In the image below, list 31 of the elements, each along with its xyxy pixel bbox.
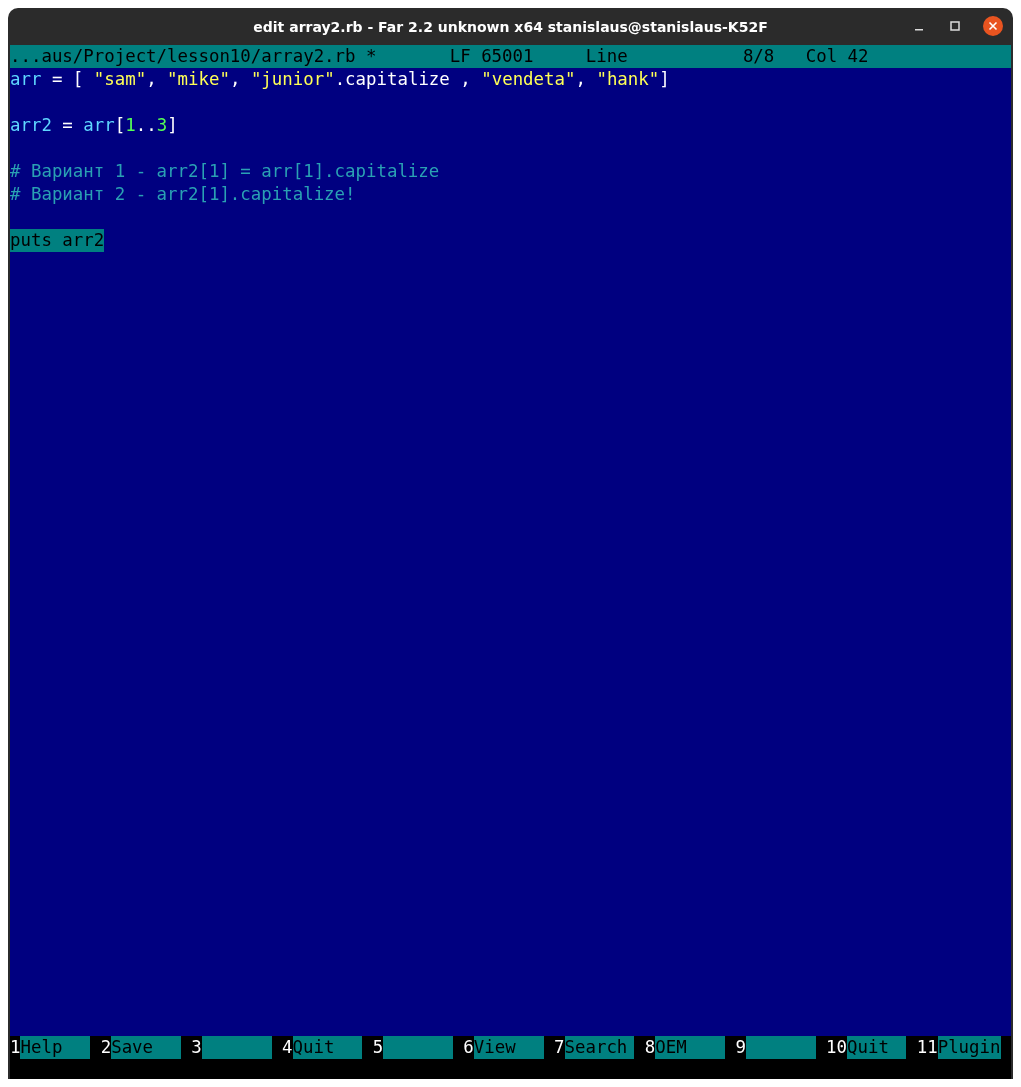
key-number: 6: [463, 1036, 474, 1059]
code-line: arr = [ "sam", "mike", "junior".capitalize , "vendeta", "hank"]: [10, 68, 670, 91]
function-key-button[interactable]: Plugin: [937, 1036, 1001, 1059]
encoding-label: LF 65001: [449, 45, 535, 68]
function-key-button[interactable]: Help: [20, 1036, 91, 1059]
key-number: 7: [554, 1036, 565, 1059]
key-number: 11: [916, 1036, 938, 1059]
function-key-button[interactable]: OEM: [655, 1036, 725, 1059]
key-number: 1: [10, 1036, 21, 1059]
function-key-button[interactable]: View: [473, 1036, 544, 1059]
key-number: 3: [191, 1036, 202, 1059]
close-icon[interactable]: [983, 16, 1003, 36]
file-path: ...aus/Project/lesson10/array2.rb *: [10, 45, 378, 68]
code-line: # Вариант 1 - arr2[1] = arr[1].capitalize: [10, 160, 440, 183]
key-number: 5: [372, 1036, 384, 1059]
key-number: 9: [735, 1036, 746, 1059]
function-key-button[interactable]: Search: [564, 1036, 635, 1059]
function-key-button[interactable]: Save: [111, 1036, 181, 1059]
window-title: edit array2.rb - Far 2.2 unknown x64 stanislaus@stanislaus-K52F: [253, 18, 768, 35]
function-key-button[interactable]: Quit: [847, 1036, 907, 1059]
maximize-icon[interactable]: [947, 18, 963, 34]
key-number: 10: [826, 1036, 847, 1059]
key-number: 2: [100, 1036, 112, 1059]
function-key-button[interactable]: Quit: [292, 1036, 363, 1059]
line-position: 8/8: [742, 45, 776, 68]
line-label: Line: [585, 45, 629, 68]
code-line: arr2 = arr[1..3]: [10, 114, 178, 137]
key-number: 8: [644, 1036, 656, 1059]
code-line: # Вариант 2 - arr2[1].capitalize!: [10, 183, 356, 206]
key-number: 4: [282, 1036, 293, 1059]
column-position: Col 42: [805, 45, 869, 68]
